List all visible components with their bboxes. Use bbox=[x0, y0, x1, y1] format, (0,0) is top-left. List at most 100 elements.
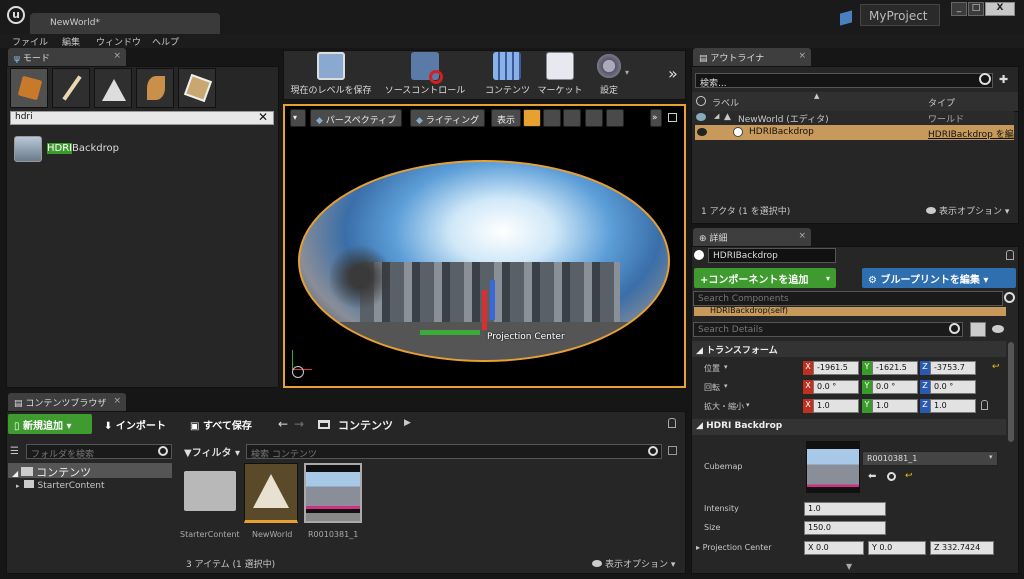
viewport-more-button[interactable]: » bbox=[650, 109, 662, 127]
show-button[interactable]: 表示 bbox=[491, 109, 522, 127]
eye-icon[interactable] bbox=[696, 113, 706, 121]
outliner-view-options[interactable]: 表示オプション ▾ bbox=[926, 204, 1009, 217]
chevron-right-icon[interactable]: ▶ bbox=[404, 418, 411, 428]
projection-z-field[interactable]: Z 332.7424 bbox=[930, 541, 994, 555]
paint-mode-button[interactable] bbox=[52, 68, 90, 108]
geometry-mode-button[interactable] bbox=[178, 68, 216, 108]
col-label[interactable]: ラベル bbox=[712, 96, 739, 109]
component-self-item[interactable]: HDRIBackdrop(self) bbox=[694, 307, 1006, 316]
search-components-input[interactable]: Search Components bbox=[693, 291, 1003, 306]
menu-edit[interactable]: 編集 bbox=[62, 35, 80, 48]
search-icon[interactable] bbox=[979, 73, 991, 85]
property-matrix-icon[interactable] bbox=[970, 322, 986, 337]
tree-starter-content[interactable]: ▸ StarterContent bbox=[16, 480, 105, 491]
search-details-input[interactable]: Search Details bbox=[693, 322, 963, 337]
import-button[interactable]: ⬇ インポート bbox=[98, 414, 178, 434]
landscape-mode-button[interactable] bbox=[94, 68, 132, 108]
level-tab[interactable]: NewWorld* bbox=[30, 13, 220, 34]
add-filter-icon[interactable]: ✚ bbox=[999, 73, 1008, 86]
close-button[interactable]: X bbox=[985, 2, 1015, 16]
marketplace-button[interactable]: マーケット bbox=[537, 52, 583, 98]
content-view-options[interactable]: 表示オプション ▾ bbox=[592, 557, 675, 570]
minimize-button[interactable]: _ bbox=[951, 2, 967, 16]
close-icon[interactable]: × bbox=[798, 231, 806, 241]
row-hdri-backdrop[interactable]: HDRIBackdrop HDRIBackdrop を編 bbox=[695, 125, 1014, 140]
maximize-viewport-icon[interactable] bbox=[668, 113, 677, 122]
reset-arrow-icon[interactable]: ↩ bbox=[905, 471, 913, 481]
location-x-field[interactable]: -1961.5 bbox=[813, 361, 859, 375]
scale-z-field[interactable]: 1.0 bbox=[930, 399, 976, 413]
maximize-button[interactable]: □ bbox=[968, 2, 984, 16]
clear-search-icon[interactable]: ✕ bbox=[258, 110, 268, 124]
tab-modes[interactable]: ψ モード × bbox=[8, 48, 126, 66]
breadcrumb-content[interactable]: コンテンツ bbox=[338, 417, 393, 433]
scale-lock-icon[interactable] bbox=[981, 400, 988, 410]
reset-arrow-icon[interactable]: ↩ bbox=[992, 362, 1000, 372]
settings-button[interactable]: 設定 bbox=[593, 52, 625, 98]
scale-mode-button[interactable] bbox=[563, 109, 581, 127]
source-control-button[interactable]: ソースコントロール bbox=[380, 52, 470, 98]
rotation-y-field[interactable]: 0.0 ° bbox=[872, 380, 918, 394]
actor-name-field[interactable]: HDRIBackdrop bbox=[708, 248, 836, 263]
details-scrollbar[interactable] bbox=[1008, 342, 1014, 442]
asset-starter-content[interactable] bbox=[184, 463, 238, 523]
search-icon[interactable] bbox=[158, 446, 168, 456]
dropdown-icon[interactable]: ▾ bbox=[724, 382, 728, 390]
close-icon[interactable]: × bbox=[798, 51, 806, 61]
intensity-field[interactable]: 1.0 bbox=[804, 502, 886, 516]
folder-search-input[interactable]: フォルダを検索 bbox=[26, 444, 172, 459]
hdri-row-type[interactable]: HDRIBackdrop を編 bbox=[928, 127, 1014, 140]
rotate-mode-button[interactable] bbox=[543, 109, 561, 127]
outliner-search-input[interactable]: 検索... bbox=[695, 73, 993, 88]
search-icon[interactable] bbox=[648, 446, 658, 456]
content-search-input[interactable]: 検索 コンテンツ bbox=[246, 444, 662, 459]
filter-button[interactable]: ▼フィルタ ▾ bbox=[184, 444, 240, 459]
save-search-icon[interactable] bbox=[668, 446, 677, 455]
place-mode-button[interactable] bbox=[10, 68, 48, 108]
rotation-x-field[interactable]: 0.0 ° bbox=[813, 380, 859, 394]
content-button[interactable]: コンテンツ bbox=[485, 52, 530, 98]
cubemap-thumbnail[interactable] bbox=[806, 441, 860, 493]
size-field[interactable]: 150.0 bbox=[804, 521, 886, 535]
location-z-field[interactable]: -3753.7 bbox=[930, 361, 976, 375]
row-world[interactable]: ◢ ▲ NewWorld (エディタ) ワールド bbox=[692, 111, 1014, 125]
save-level-button[interactable]: 現在のレベルを保存 bbox=[288, 52, 374, 98]
menu-file[interactable]: ファイル bbox=[12, 35, 48, 48]
dropdown-icon[interactable]: ▾ bbox=[746, 401, 750, 409]
tab-content-browser[interactable]: ▤ コンテンツブラウザ × bbox=[8, 393, 126, 411]
scale-y-field[interactable]: 1.0 bbox=[872, 399, 918, 413]
projection-center-row-label[interactable]: ▸ Projection Center bbox=[696, 543, 772, 552]
perspective-button[interactable]: ◆ パースペクティブ bbox=[310, 109, 403, 127]
tree-content-root[interactable]: ◢ コンテンツ bbox=[8, 463, 172, 479]
close-icon[interactable]: × bbox=[113, 396, 121, 406]
lighting-button[interactable]: ◆ ライティング bbox=[410, 109, 486, 127]
browse-search-icon[interactable] bbox=[887, 472, 896, 481]
menu-help[interactable]: ヘルプ bbox=[152, 35, 179, 48]
modes-search-input[interactable]: hdri bbox=[10, 111, 274, 125]
back-arrow-icon[interactable]: ← bbox=[278, 417, 288, 431]
search-icon[interactable] bbox=[949, 323, 960, 334]
tab-outliner[interactable]: ▤ アウトライナ × bbox=[693, 48, 811, 66]
scroll-down-icon[interactable]: ▼ bbox=[846, 562, 852, 571]
surface-snap-button[interactable] bbox=[606, 109, 624, 127]
asset-newworld[interactable] bbox=[244, 463, 298, 523]
menu-window[interactable]: ウィンドウ bbox=[96, 35, 141, 48]
location-y-field[interactable]: -1621.5 bbox=[872, 361, 918, 375]
visibility-eye-icon[interactable] bbox=[992, 325, 1004, 333]
cubemap-asset-picker[interactable]: R0010381_1 bbox=[862, 451, 998, 466]
realtime-icon[interactable] bbox=[292, 366, 304, 378]
lock-icon[interactable] bbox=[1006, 250, 1014, 260]
projection-y-field[interactable]: Y 0.0 bbox=[868, 541, 926, 555]
toolbar-more-button[interactable]: » bbox=[668, 64, 678, 83]
use-selected-arrow-icon[interactable]: ⬅ bbox=[868, 471, 876, 482]
add-new-button[interactable]: ▯ 新規追加 ▾ bbox=[8, 414, 92, 434]
hdri-result-item[interactable]: HDRI Backdrop bbox=[14, 136, 214, 162]
asset-r0010381[interactable] bbox=[304, 463, 362, 523]
tab-details[interactable]: ⊕ 詳細 × bbox=[693, 228, 811, 246]
viewport-options-button[interactable]: ▾ bbox=[290, 109, 306, 127]
close-icon[interactable]: × bbox=[113, 51, 121, 61]
forward-arrow-icon[interactable]: → bbox=[294, 417, 304, 431]
hdri-backdrop-header[interactable]: ◢ HDRI Backdrop bbox=[692, 419, 1006, 435]
scale-x-field[interactable]: 1.0 bbox=[813, 399, 859, 413]
sources-toggle-icon[interactable]: ☰ bbox=[10, 446, 19, 457]
